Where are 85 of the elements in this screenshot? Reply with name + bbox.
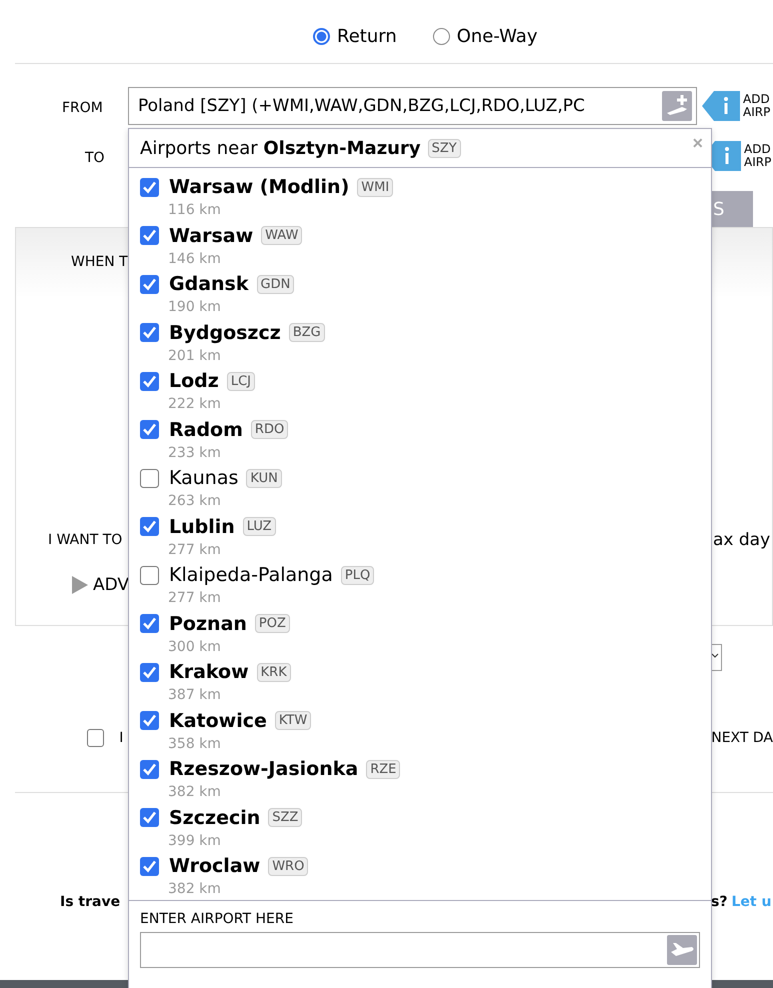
airport-name[interactable]: Poznan — [169, 612, 247, 634]
airport-name[interactable]: Warsaw — [169, 224, 254, 246]
airport-name[interactable]: Bydgoszcz — [169, 322, 281, 344]
airport-distance: 300 km — [168, 638, 222, 654]
airport-distance: 146 km — [168, 250, 222, 266]
to-label: TO — [85, 150, 105, 166]
airport-distance: 382 km — [168, 784, 222, 800]
airport-code: WRO — [268, 856, 308, 876]
chevron-down-icon[interactable] — [711, 653, 719, 659]
airport-name[interactable]: Lublin — [169, 516, 235, 538]
option-label: I — [119, 730, 124, 746]
dropdown-title: Airports near Olsztyn-Mazury — [140, 138, 421, 158]
max-days-label: ax day — [713, 530, 770, 550]
airport-name[interactable]: Warsaw (Modlin) — [169, 176, 350, 198]
airport-checkbox[interactable] — [140, 274, 159, 294]
trip-type-radio[interactable]: Return — [313, 26, 397, 47]
airport-code: LUZ — [242, 517, 276, 536]
airport-checkbox[interactable] — [140, 517, 159, 536]
airport-code: KUN — [246, 468, 282, 488]
airport-checkbox[interactable] — [140, 711, 159, 730]
airport-name[interactable]: Katowice — [169, 710, 267, 732]
airport-distance: 233 km — [168, 444, 222, 460]
airport-distance: 222 km — [168, 396, 222, 412]
airport-distance: 201 km — [168, 348, 222, 364]
trip-type-radio[interactable]: One-Way — [432, 26, 538, 47]
airport-distance: 382 km — [168, 881, 222, 897]
plane-icon[interactable] — [667, 935, 697, 965]
airport-code: GDN — [256, 274, 294, 294]
airport-checkbox[interactable] — [140, 760, 159, 778]
next-day-label: NEXT DA — [711, 730, 773, 746]
airport-name[interactable]: Klaipeda-Palanga — [169, 564, 333, 586]
airport-name[interactable]: Radom — [169, 418, 243, 440]
plane-plus-icon[interactable] — [662, 91, 692, 121]
airport-checkbox[interactable] — [140, 178, 159, 196]
airport-code: SZY — [428, 138, 461, 158]
airport-checkbox[interactable] — [140, 808, 159, 827]
airport-code: RDO — [250, 420, 288, 439]
from-label: FROM — [62, 100, 103, 116]
airport-distance: 387 km — [168, 687, 222, 703]
airport-code: SZZ — [268, 808, 302, 827]
airport-distance: 358 km — [168, 736, 222, 752]
airport-checkbox[interactable] — [140, 468, 159, 488]
airport-code: WAW — [261, 226, 302, 245]
airport-distance: 399 km — [168, 832, 222, 848]
airport-name[interactable]: Lodz — [169, 370, 219, 392]
airport-checkbox[interactable] — [140, 662, 159, 682]
add-airport-hint: ADD AIRP — [743, 93, 772, 119]
airport-code: KTW — [274, 711, 312, 730]
airport-name[interactable]: Rzeszow-Jasionka — [169, 758, 358, 780]
airport-name[interactable]: Szczecin — [169, 806, 260, 828]
airport-code: RZE — [366, 760, 400, 778]
airport-checkbox[interactable] — [140, 614, 159, 633]
airport-checkbox[interactable] — [140, 226, 159, 245]
airport-code: KRK — [256, 662, 291, 682]
airport-checkbox[interactable] — [140, 566, 159, 584]
airport-checkbox[interactable] — [140, 420, 159, 439]
stay-label: I WANT TO — [48, 532, 122, 548]
airport-name[interactable]: Krakow — [169, 661, 249, 683]
airport-distance: 190 km — [168, 299, 222, 315]
add-airport-hint: ADD AIRP — [744, 143, 772, 169]
airport-code: LCJ — [226, 372, 255, 390]
airport-distance: 277 km — [168, 542, 222, 558]
airport-code: BZG — [288, 323, 325, 342]
airport-name[interactable]: Gdansk — [169, 273, 248, 295]
airport-distance: 263 km — [168, 493, 222, 509]
airport-checkbox[interactable] — [140, 372, 159, 390]
expand-triangle-icon[interactable] — [71, 575, 89, 595]
question-text: s? — [711, 894, 728, 910]
airport-checkbox[interactable] — [140, 323, 159, 342]
airport-checkbox[interactable] — [140, 856, 159, 876]
airport-code: PLQ — [340, 566, 374, 584]
enter-airport-label: ENTER AIRPORT HERE — [140, 911, 294, 927]
airport-distance: 116 km — [168, 202, 222, 218]
info-icon[interactable] — [702, 89, 740, 123]
question-text: Is trave — [60, 894, 120, 910]
option-checkbox[interactable] — [87, 729, 104, 747]
airport-distance: 277 km — [168, 590, 222, 606]
airport-code: WMI — [357, 178, 394, 196]
airport-code: POZ — [254, 614, 290, 633]
when-label: WHEN T — [71, 254, 128, 270]
airport-name[interactable]: Kaunas — [169, 467, 238, 489]
airport-input-field[interactable] — [140, 932, 700, 968]
advanced-toggle[interactable]: ADV — [93, 575, 130, 595]
airport-name[interactable]: Wroclaw — [169, 855, 260, 877]
from-field[interactable]: Poland [SZY] (+WMI,WAW,GDN,BZG,LCJ,RDO,LUZ,PC — [128, 87, 697, 125]
